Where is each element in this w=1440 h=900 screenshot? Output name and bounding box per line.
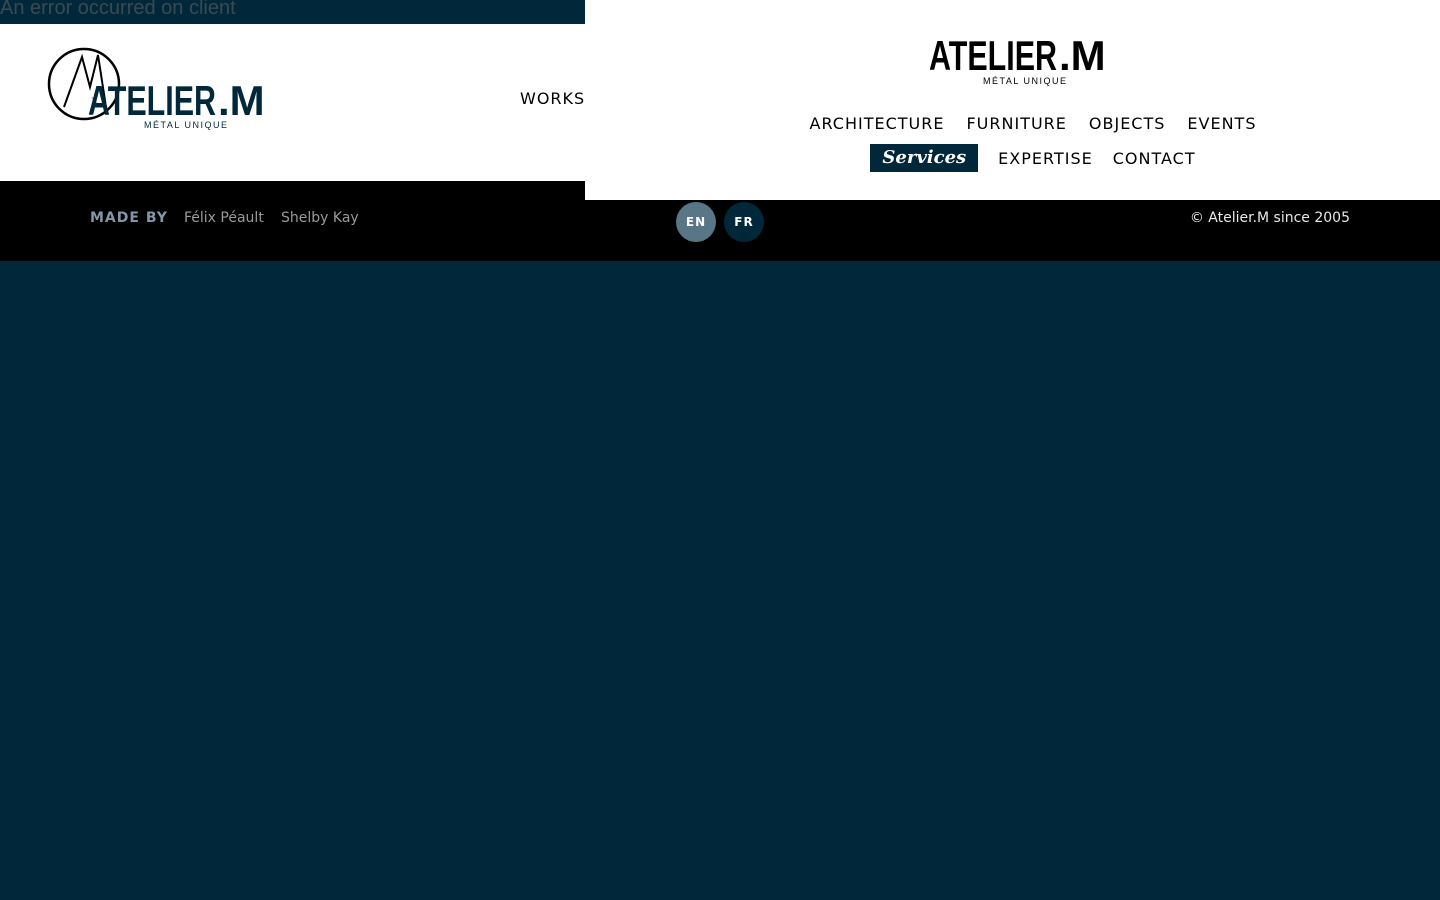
atelier-m-logo-centered[interactable]: ATELIER .M MÉTAL UNIQUE [925,32,1105,88]
menu-item-architecture[interactable]: ARCHITECTURE [810,114,945,133]
nav-works-link[interactable]: WORKS [520,89,585,108]
menu-row-secondary: Services EXPERTISE CONTACT [585,144,1440,172]
menu-logo-wordmark-suffix: .M [1059,32,1105,79]
menu-item-events[interactable]: EVENTS [1187,114,1256,133]
logo-tagline: MÉTAL UNIQUE [144,120,229,130]
error-message: An error occurred on client [0,0,236,19]
logo-wordmark: ATELIER [88,77,216,124]
menu-item-furniture[interactable]: FURNITURE [966,114,1066,133]
atelier-m-logo[interactable]: ATELIER .M MÉTAL UNIQUE [46,47,262,131]
language-button-en[interactable]: EN [676,202,716,242]
credit-link-shelby[interactable]: Shelby Kay [281,210,359,226]
made-by-label: MADE BY [90,210,168,226]
menu-panel: ATELIER .M MÉTAL UNIQUE ARCHITECTURE FUR… [585,0,1440,200]
menu-item-expertise[interactable]: EXPERTISE [998,149,1093,168]
menu-item-contact[interactable]: CONTACT [1113,149,1196,168]
menu-item-services-active[interactable]: Services [870,144,979,172]
menu-row-primary: ARCHITECTURE FURNITURE OBJECTS EVENTS [585,114,1440,133]
copyright-text: © Atelier.M since 2005 [1189,210,1350,226]
menu-item-objects[interactable]: OBJECTS [1089,114,1166,133]
menu-logo-wordmark: ATELIER [929,32,1057,79]
language-button-fr[interactable]: FR [724,202,764,242]
menu-logo-tagline: MÉTAL UNIQUE [983,76,1068,86]
credit-link-felix[interactable]: Félix Péault [184,210,264,226]
site-header: ATELIER .M MÉTAL UNIQUE WORKS [0,24,585,181]
logo-wordmark-suffix: .M [218,77,262,124]
